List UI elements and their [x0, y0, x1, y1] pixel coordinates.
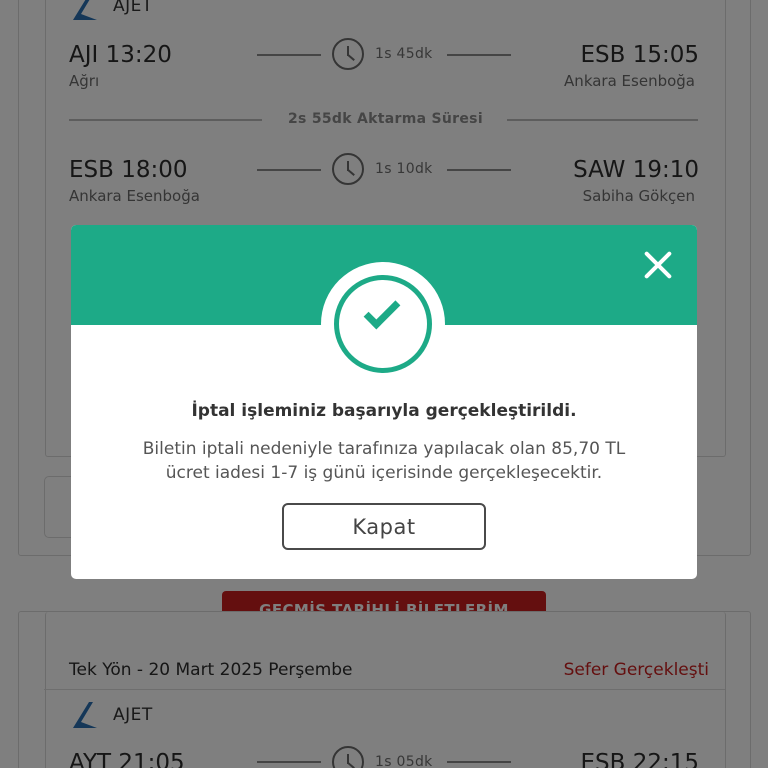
dialog-message: Biletin iptali nedeniyle tarafınıza yapı…	[91, 437, 677, 485]
dialog-title: İptal işleminiz başarıyla gerçekleştiril…	[191, 401, 577, 421]
close-button[interactable]: Kapat	[282, 503, 486, 550]
success-badge	[321, 262, 445, 386]
check-mark	[363, 292, 401, 330]
dialog-message-line: ücret iadesi 1-7 iş günü içerisinde gerç…	[165, 463, 603, 483]
cancellation-success-dialog: İptal işleminiz başarıyla gerçekleştiril…	[71, 225, 697, 579]
check-circle-icon	[334, 275, 432, 373]
dialog-message-line: Biletin iptali nedeniyle tarafınıza yapı…	[142, 439, 626, 459]
close-icon[interactable]	[640, 247, 676, 283]
